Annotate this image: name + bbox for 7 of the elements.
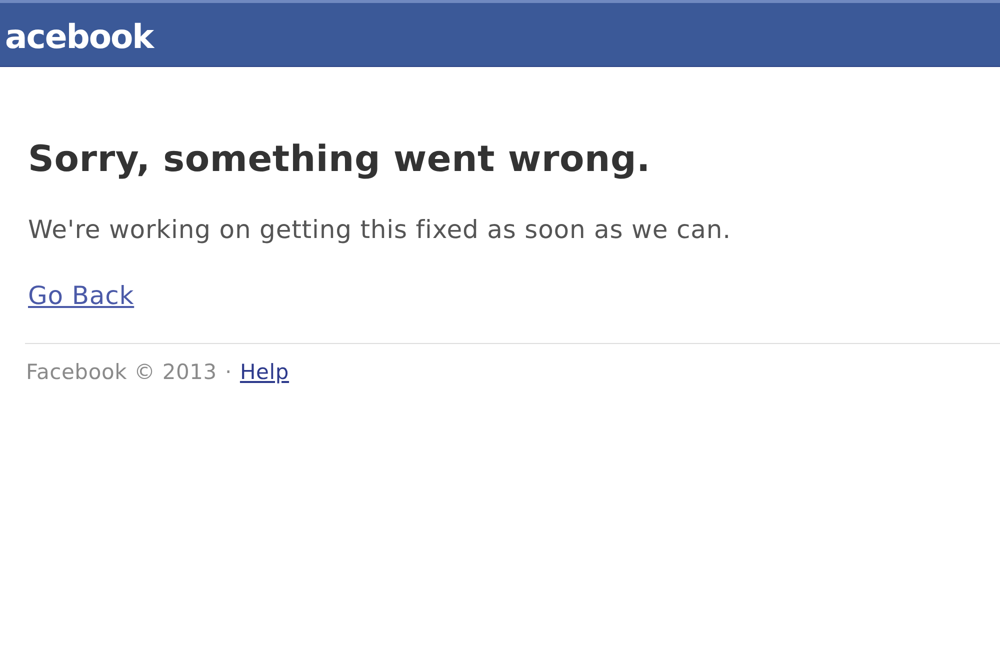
- copyright-text: Facebook © 2013: [26, 359, 217, 386]
- logo[interactable]: acebook: [5, 16, 154, 53]
- help-link[interactable]: Help: [240, 358, 290, 386]
- separator-text: ·: [224, 359, 232, 386]
- error-message: We're working on getting this fixed as soon as we can.: [28, 215, 732, 245]
- error-title: Sorry, something went wrong.: [28, 139, 652, 181]
- go-back-link[interactable]: Go Back: [28, 281, 134, 311]
